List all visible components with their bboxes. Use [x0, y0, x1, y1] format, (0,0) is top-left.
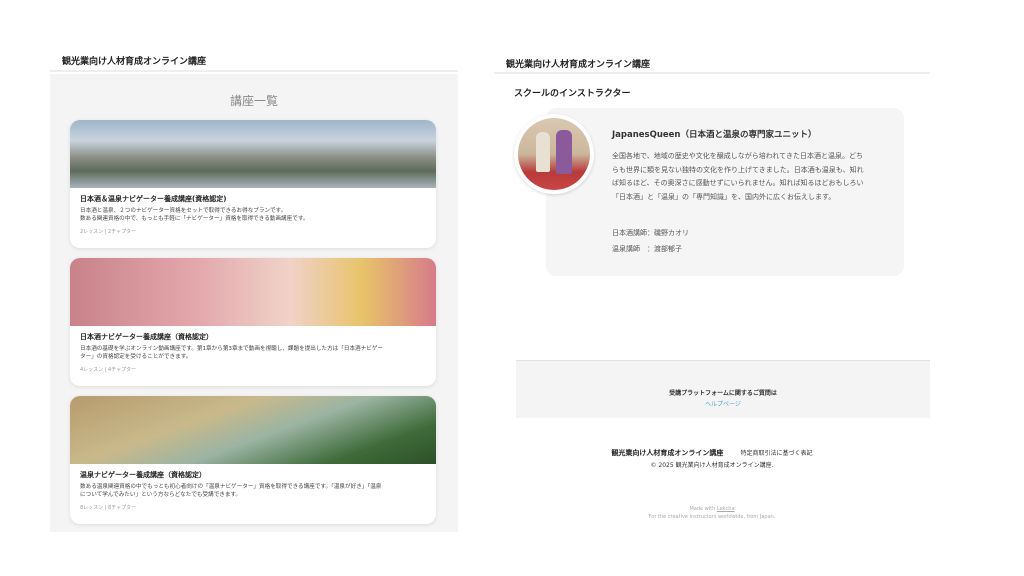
course-image-onsen[interactable]	[70, 120, 436, 188]
avatar	[514, 114, 594, 194]
course-description-line: 日本酒と温泉、２つのナビゲーター資格をセットで取得できるお得なプランです。	[80, 208, 287, 214]
course-description-line: 数ある温泉関連資格の中でもっとも初心者向けの「温泉ナビゲーター」資格を取得できる…	[80, 484, 382, 490]
instructor-bio-line: 全国各地で、地域の歴史や文化を醸成しながら培われてきた日本酒と温泉。どち	[612, 152, 863, 160]
instructor-name: JapanesQueen（日本酒と温泉の専門家ユニット）	[612, 130, 817, 140]
course-meta: 2レッスン | 2チャプター	[80, 228, 137, 235]
site-title[interactable]: 観光業向け人材育成オンライン講座	[506, 60, 650, 70]
page-title: 講座一覧	[229, 94, 278, 108]
help-text: 受講プラットフォームに関するご質問は	[669, 390, 777, 397]
course-meta: 8レッスン | 8チャプター	[80, 504, 137, 511]
course-title[interactable]: 温泉ナビゲーター養成講座（資格認定）	[80, 470, 426, 480]
instructor-bio-line: 「日本酒」と「温泉」の「専門知識」を、国内外に広くお伝えします。	[612, 192, 836, 201]
site-title[interactable]: 観光業向け人材育成オンライン講座	[62, 57, 206, 67]
site-header: 観光業向け人材育成オンライン講座	[494, 44, 930, 74]
section-title: スクールのインストラクター	[514, 89, 631, 99]
instructor-bio: 全国各地で、地域の歴史や文化を醸成しながら培われてきた日本酒と温泉。どち らも世…	[612, 150, 892, 205]
course-card[interactable]: 日本酒ナビゲーター養成講座（資格認定） 日本酒の基礎を学ぶオンライン動画講座です…	[70, 258, 436, 386]
instructor-figure	[536, 132, 550, 172]
made-with-prefix: Made with	[689, 506, 717, 512]
course-card-text: 温泉ナビゲーター養成講座（資格認定） 数ある温泉関連資格の中でもっとも初心者向け…	[70, 464, 436, 511]
copyright: © 2025 観光業向け人材育成オンライン講座.	[650, 462, 774, 469]
instructor-photo	[518, 118, 590, 190]
footer: 観光業向け人材育成オンライン講座 特定商取引法に基づく表記	[494, 440, 930, 459]
course-card-text: 日本酒ナビゲーター養成講座（資格認定） 日本酒の基礎を学ぶオンライン動画講座です…	[70, 326, 436, 373]
course-title[interactable]: 日本酒ナビゲーター養成講座（資格認定）	[80, 332, 426, 342]
course-description: 日本酒と温泉、２つのナビゲーター資格をセットで取得できるお得なプランです。 数あ…	[80, 207, 426, 224]
tagline: For the creative instructors worldwide, …	[648, 514, 776, 520]
footer-site-title[interactable]: 観光業向け人材育成オンライン講座	[611, 449, 723, 457]
course-description-line: 日本酒の基礎を学ぶオンライン動画講座です。第1章から第3章まで動画を視聴し、課題…	[80, 346, 384, 352]
made-with: Made with Lekcha	[494, 506, 930, 512]
course-list-body: 講座一覧 日本酒＆温泉ナビゲーター養成講座(資格認定) 日本酒と温泉、２つのナビ…	[50, 74, 458, 532]
course-card-text: 日本酒＆温泉ナビゲーター養成講座(資格認定) 日本酒と温泉、２つのナビゲーター資…	[70, 188, 436, 235]
site-header: 観光業向け人材育成オンライン講座	[50, 44, 458, 72]
help-page-link[interactable]: ヘルプページ	[516, 399, 930, 408]
course-title[interactable]: 日本酒＆温泉ナビゲーター養成講座(資格認定)	[80, 194, 426, 204]
course-description: 日本酒の基礎を学ぶオンライン動画講座です。第1章から第3章まで動画を視聴し、課題…	[80, 345, 426, 362]
course-description-line: について学んでみたい」という方ならどなたでも受講できます。	[80, 492, 242, 499]
instructor-bio-line: ば知るほど、その奥深さに感動せずにいられません。知れば知るほどおもしろい	[612, 179, 864, 188]
course-list-panel: 観光業向け人材育成オンライン講座 講座一覧 日本酒＆温泉ナビゲーター養成講座(資…	[50, 44, 458, 532]
course-image-onsen-pool[interactable]	[70, 396, 436, 464]
instructor-figure	[556, 130, 572, 174]
course-meta: 4レッスン | 4チャプター	[80, 366, 137, 373]
lekcha-link[interactable]: Lekcha	[717, 506, 735, 512]
help-section: 受講プラットフォームに関するご質問は ヘルプページ	[516, 360, 930, 418]
course-card[interactable]: 日本酒＆温泉ナビゲーター養成講座(資格認定) 日本酒と温泉、２つのナビゲーター資…	[70, 120, 436, 248]
course-card[interactable]: 温泉ナビゲーター養成講座（資格認定） 数ある温泉関連資格の中でもっとも初心者向け…	[70, 396, 436, 524]
instructor-bio-line: らも世界に類を見ない独特の文化を作り上げてきました。日本酒も温泉も、知れ	[612, 165, 864, 174]
course-description-line: 数ある関連資格の中で、もっとも手軽に「ナビゲーター」資格を取得できる動画講座です…	[80, 216, 309, 223]
course-image-sake[interactable]	[70, 258, 436, 326]
instructor-panel: 観光業向け人材育成オンライン講座 スクールのインストラクター JapanesQu…	[494, 44, 930, 532]
course-description-line: ター」の資格認定を受けることができます。	[80, 354, 192, 361]
instructor-credit-onsen: 温泉講師 ：渡部郁子	[612, 245, 682, 253]
instructor-credit-sake: 日本酒講師：磯野カオリ	[612, 229, 689, 237]
course-description: 数ある温泉関連資格の中でもっとも初心者向けの「温泉ナビゲーター」資格を取得できる…	[80, 483, 426, 500]
legal-notice-link[interactable]: 特定商取引法に基づく表記	[741, 450, 813, 457]
